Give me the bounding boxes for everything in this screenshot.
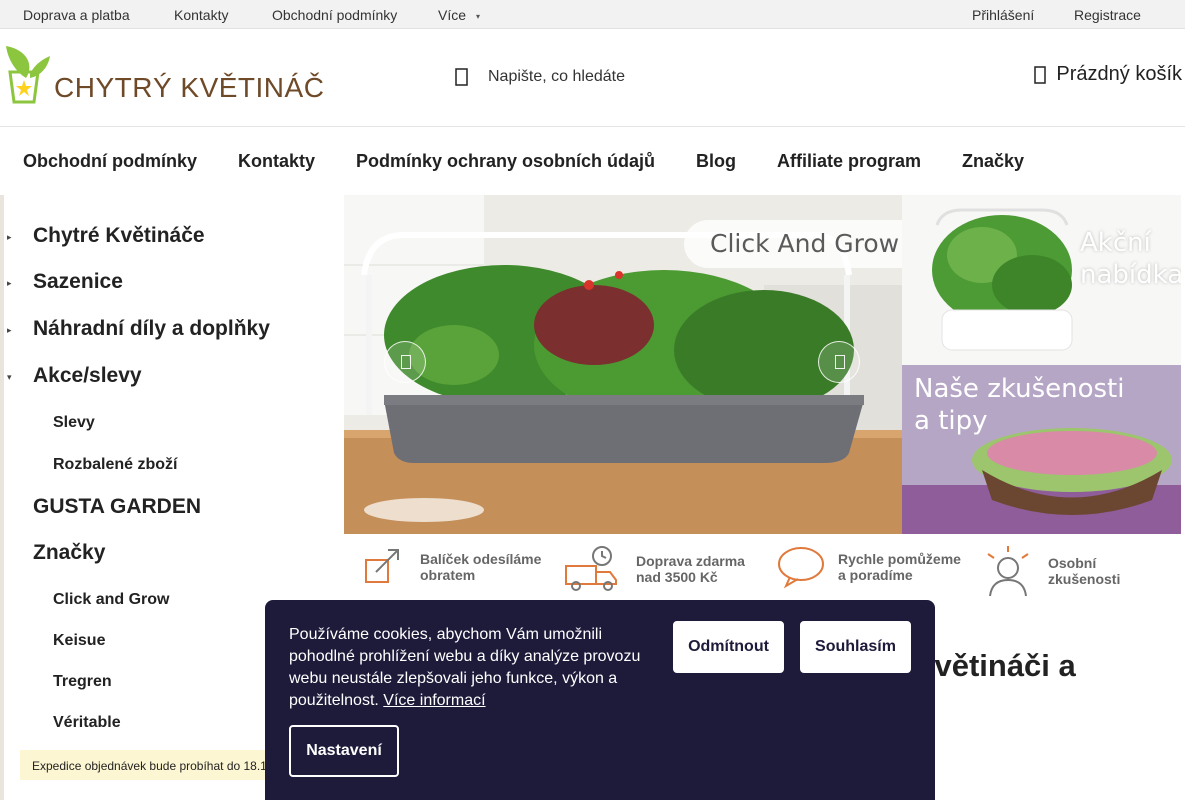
promo-banner-offers[interactable]: Akční nabídka — [902, 195, 1181, 365]
nav-item-blog[interactable]: Blog — [696, 151, 736, 172]
arrow-right-icon — [835, 355, 845, 369]
category-smart-pots[interactable]: Chytré Květináče — [33, 224, 205, 248]
topbar-link-contacts[interactable]: Kontakty — [174, 7, 228, 23]
category-parts[interactable]: Náhradní díly a doplňky — [33, 317, 270, 341]
banner-offers-line1: Akční — [1080, 228, 1151, 258]
topbar-more-menu[interactable]: Více ▾ — [438, 7, 480, 23]
nav-item-affiliate[interactable]: Affiliate program — [777, 151, 921, 172]
hero-slider[interactable]: Click And Grow > — [344, 195, 902, 534]
cookie-consent-dialog: Používáme cookies, abychom Vám umožnili … — [265, 600, 935, 800]
subcategory-unpacked[interactable]: Rozbalené zboží — [53, 456, 177, 474]
delivery-truck-icon — [565, 546, 617, 591]
expand-icon[interactable]: ▸ — [7, 325, 12, 336]
benefit-experience: Osobní zkušenosti — [980, 544, 1120, 598]
collapse-icon[interactable]: ▾ — [7, 372, 12, 383]
register-link[interactable]: Registrace — [1074, 7, 1141, 23]
benefit-line: Rychle pomůžeme — [838, 551, 961, 567]
sidebar-border — [0, 195, 4, 800]
benefit-line: Osobní — [1048, 555, 1097, 571]
benefit-line: Balíček odesíláme — [420, 551, 542, 567]
cookie-settings-button[interactable]: Nastavení — [289, 725, 399, 777]
promo-banner-tips[interactable]: Naše zkušenosti a tipy — [902, 365, 1181, 534]
search-icon — [455, 68, 468, 86]
brand-keisue[interactable]: Keisue — [53, 632, 105, 650]
cookie-more-info-link[interactable]: Více informací — [383, 692, 485, 709]
category-seedlings[interactable]: Sazenice — [33, 270, 123, 294]
nav-item-privacy[interactable]: Podmínky ochrany osobních údajů — [356, 151, 655, 172]
benefit-free-shipping: Doprava zdarma nad 3500 Kč — [564, 544, 745, 594]
cart-label: Prázdný košík — [1056, 63, 1182, 85]
person-experience-icon — [987, 546, 1029, 597]
banner-tips-line2: a tipy — [914, 406, 988, 436]
cart-button[interactable]: Prázdný košík — [1034, 63, 1182, 86]
benefits-strip: Balíček odesíláme obratem Doprava zdarma… — [344, 534, 1181, 604]
login-link[interactable]: Přihlášení — [972, 7, 1034, 23]
cookie-decline-button[interactable]: Odmítnout — [673, 621, 784, 673]
cart-icon — [1034, 65, 1047, 84]
main-navigation: Obchodní podmínky Kontakty Podmínky ochr… — [0, 127, 1185, 195]
banner-tips-title: Naše zkušenosti a tipy — [914, 373, 1124, 437]
category-brands[interactable]: Značky — [33, 541, 105, 565]
brand-tregren[interactable]: Tregren — [53, 673, 112, 691]
benefit-line: obratem — [420, 567, 476, 583]
package-icon — [365, 549, 399, 583]
logo-text: CHYTRÝ KVĚTINÁČ — [54, 72, 325, 103]
expand-icon[interactable]: ▸ — [7, 232, 12, 243]
benefit-quick-help: Rychle pomůžeme a poradíme — [776, 544, 961, 590]
slider-next-button[interactable] — [818, 341, 860, 383]
banner-tips-line1: Naše zkušenosti — [914, 374, 1125, 404]
benefit-line: a poradíme — [838, 567, 913, 583]
nav-item-contacts[interactable]: Kontakty — [238, 151, 315, 172]
top-utility-bar: Doprava a platba Kontakty Obchodní podmí… — [0, 0, 1185, 29]
topbar-link-terms[interactable]: Obchodní podmínky — [272, 7, 397, 23]
site-logo[interactable]: CHYTRÝ KVĚTINÁČ — [4, 44, 324, 106]
brand-click-and-grow[interactable]: Click and Grow — [53, 591, 169, 609]
search-input[interactable]: Napište, co hledáte — [455, 62, 875, 92]
cookie-message: Používáme cookies, abychom Vám umožnili … — [289, 624, 649, 712]
topbar-link-shipping[interactable]: Doprava a platba — [23, 7, 130, 23]
category-sales[interactable]: Akce/slevy — [33, 364, 142, 388]
benefit-line: zkušenosti — [1048, 571, 1121, 587]
slide-caption: Click And Grow > — [710, 229, 902, 258]
topbar-more-label: Více — [438, 7, 467, 23]
leaf-logo-icon — [6, 46, 50, 104]
speech-bubble-icon — [778, 547, 824, 589]
benefit-fast-dispatch: Balíček odesíláme obratem — [362, 544, 541, 590]
cookie-accept-button[interactable]: Souhlasím — [800, 621, 911, 673]
arrow-left-icon — [401, 355, 411, 369]
nav-item-brands[interactable]: Značky — [962, 151, 1024, 172]
chevron-down-icon: ▾ — [476, 11, 481, 21]
nav-item-terms[interactable]: Obchodní podmínky — [23, 151, 197, 172]
banner-offers-line2: nabídka — [1080, 260, 1181, 290]
benefit-line: nad 3500 Kč — [636, 569, 718, 585]
search-placeholder: Napište, co hledáte — [488, 68, 625, 85]
benefit-line: Doprava zdarma — [636, 553, 745, 569]
expand-icon[interactable]: ▸ — [7, 278, 12, 289]
category-gusta-garden[interactable]: GUSTA GARDEN — [33, 495, 201, 519]
banner-offers-title: Akční nabídka — [1080, 227, 1181, 291]
shipping-notice: Expedice objednávek bude probíhat do 18.… — [20, 750, 270, 780]
subcategory-discounts[interactable]: Slevy — [53, 414, 95, 432]
slider-prev-button[interactable] — [384, 341, 426, 383]
brand-veritable[interactable]: Véritable — [53, 714, 121, 732]
